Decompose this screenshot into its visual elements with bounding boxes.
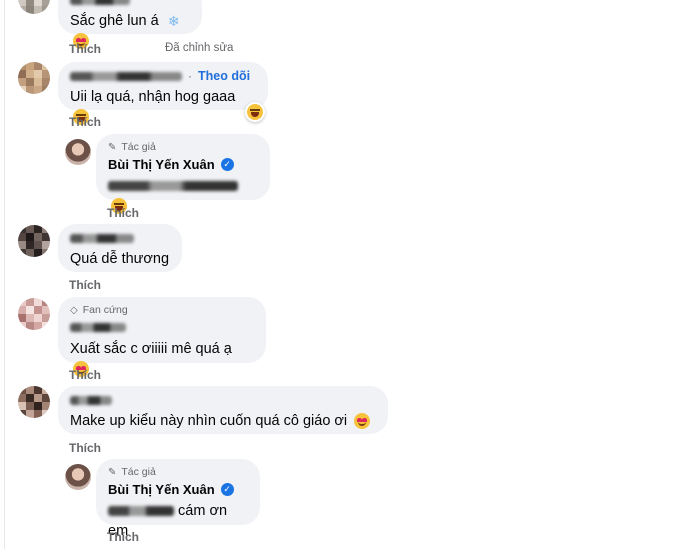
commenter-avatar[interactable]: [18, 386, 50, 418]
author-badge: Tác giả: [121, 466, 156, 478]
commenter-avatar[interactable]: [18, 298, 50, 330]
comment-text: Sắc ghê lun á: [70, 13, 159, 29]
edited-label: Đã chỉnh sửa: [165, 42, 234, 54]
blurred-commenter-name[interactable]: [70, 233, 134, 243]
verified-badge-icon: ✓: [220, 157, 234, 171]
author-avatar[interactable]: [65, 139, 91, 165]
blurred-commenter-name[interactable]: [70, 395, 112, 405]
verified-badge-icon: ✓: [220, 482, 234, 496]
comment-bubble: Sắc ghê lun á ❄: [58, 0, 202, 50]
pencil-icon: ✎: [108, 141, 117, 153]
comment-text: Uii lạ quá, nhận hog gaaa: [70, 89, 236, 105]
author-badge: Tác giả: [121, 141, 156, 153]
like-button[interactable]: Thích: [69, 42, 101, 56]
author-name[interactable]: Bùi Thị Yến Xuân: [108, 157, 215, 172]
diamond-icon: ◇: [70, 304, 78, 316]
like-button[interactable]: Thích: [107, 206, 139, 220]
laughing-reaction[interactable]: [245, 102, 265, 122]
left-divider: [4, 0, 5, 549]
blurred-reply-text: [108, 181, 238, 192]
snowflake-icon: ❄: [167, 13, 180, 30]
comment-text: Quá dễ thương: [70, 251, 170, 267]
comment-bubble: · Theo dõi Uii lạ quá, nhận hog gaaa: [58, 62, 268, 126]
commenter-avatar[interactable]: [18, 225, 50, 257]
comment-bubble: Quá dễ thương: [58, 224, 182, 272]
comment-text: Make up kiểu này nhìn cuốn quá cô giáo ơ…: [70, 413, 348, 429]
laughing-emoji: [247, 104, 263, 120]
like-button[interactable]: Thích: [69, 278, 101, 292]
blurred-commenter-name[interactable]: [70, 71, 182, 81]
comment-bubble: ◇ Fan cứng Xuất sắc c ơiiiii mê quá ạ: [58, 297, 266, 378]
author-name[interactable]: Bùi Thị Yến Xuân: [108, 482, 215, 497]
like-button[interactable]: Thích: [69, 441, 101, 455]
like-button[interactable]: Thích: [69, 368, 101, 382]
heart-eyes-emoji: [354, 413, 371, 430]
blurred-commenter-name[interactable]: [70, 322, 126, 332]
comment-bubble: Make up kiểu này nhìn cuốn quá cô giáo ơ…: [58, 386, 388, 434]
pencil-icon: ✎: [108, 466, 117, 478]
author-avatar[interactable]: [65, 464, 91, 490]
fan-badge: Fan cứng: [82, 304, 128, 316]
comment-bubble: ✎ Tác giả Bùi Thị Yến Xuân ✓ cám ơn em: [96, 459, 260, 539]
like-button[interactable]: Thích: [69, 115, 101, 129]
like-button[interactable]: Thích: [107, 530, 139, 544]
follow-button[interactable]: Theo dõi: [198, 69, 250, 83]
commenter-avatar[interactable]: [18, 62, 50, 94]
blurred-commenter-name[interactable]: [70, 0, 130, 5]
comment-text: Xuất sắc c ơiiiii mê quá ạ: [70, 341, 232, 357]
commenter-avatar[interactable]: [18, 0, 50, 14]
blurred-mention[interactable]: [108, 506, 174, 517]
comment-bubble: ✎ Tác giả Bùi Thị Yến Xuân ✓: [96, 134, 270, 215]
